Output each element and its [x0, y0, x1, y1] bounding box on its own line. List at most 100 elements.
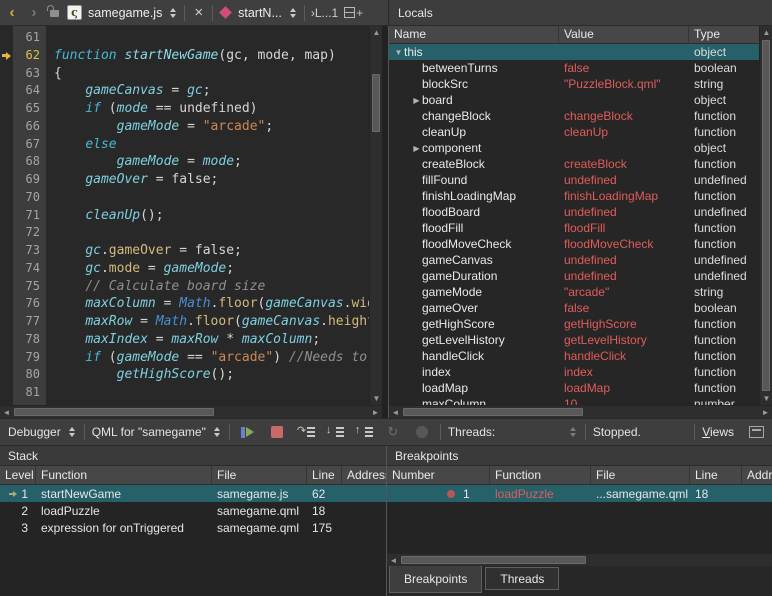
- symbol-dropdown[interactable]: [288, 8, 298, 18]
- column-header-value[interactable]: Value: [559, 26, 689, 43]
- code-line[interactable]: gc.gameOver = false;: [54, 242, 369, 260]
- restart-button[interactable]: ↻: [382, 422, 404, 442]
- locals-row[interactable]: indexindexfunction: [389, 364, 759, 380]
- editor-vertical-scrollbar[interactable]: ▲ ▼: [369, 26, 382, 405]
- expander-icon[interactable]: ▶: [411, 96, 422, 105]
- stack-frame-row[interactable]: 1startNewGamesamegame.js62: [0, 485, 386, 502]
- column-header-name[interactable]: Name: [389, 26, 559, 43]
- locals-row[interactable]: cleanUpcleanUpfunction: [389, 124, 759, 140]
- line-number[interactable]: 75: [13, 278, 46, 296]
- line-number[interactable]: 68: [13, 153, 46, 171]
- record-button[interactable]: [411, 422, 433, 442]
- margin-line[interactable]: [0, 224, 13, 242]
- code-line[interactable]: cleanUp();: [54, 207, 369, 225]
- breakpoint-margin[interactable]: [0, 26, 13, 405]
- scroll-thumb[interactable]: [762, 40, 770, 391]
- scroll-thumb[interactable]: [14, 408, 214, 416]
- locals-row[interactable]: floodBoardundefinedundefined: [389, 204, 759, 220]
- locals-vertical-scrollbar[interactable]: ▲ ▼: [759, 26, 772, 405]
- margin-line[interactable]: [0, 29, 13, 47]
- locals-row[interactable]: getLevelHistorygetLevelHistoryfunction: [389, 332, 759, 348]
- symbol-crumb-label[interactable]: startN...: [238, 6, 282, 20]
- forward-button[interactable]: ›: [26, 4, 42, 21]
- locals-row[interactable]: floodMoveCheckfloodMoveCheckfunction: [389, 236, 759, 252]
- margin-line[interactable]: [0, 207, 13, 225]
- scroll-left-arrow[interactable]: ◄: [387, 554, 400, 567]
- line-number[interactable]: 72: [13, 224, 46, 242]
- open-document-label[interactable]: samegame.js: [88, 6, 162, 20]
- column-header-file[interactable]: File: [591, 466, 690, 484]
- margin-line[interactable]: [0, 366, 13, 384]
- locals-row[interactable]: ▶componentobject: [389, 140, 759, 156]
- code-line[interactable]: gameCanvas = gc;: [54, 82, 369, 100]
- stack-frame-row[interactable]: 3expression for onTriggeredsamegame.qml1…: [0, 519, 386, 536]
- locals-row[interactable]: changeBlockchangeBlockfunction: [389, 108, 759, 124]
- locals-row[interactable]: fillFoundundefinedundefined: [389, 172, 759, 188]
- code-line[interactable]: if (gameMode == "arcade") //Needs to: [54, 349, 369, 367]
- column-header-address[interactable]: Address: [342, 466, 386, 484]
- column-header-function[interactable]: Function: [36, 466, 212, 484]
- tab-breakpoints[interactable]: Breakpoints: [389, 566, 482, 593]
- line-number[interactable]: 79: [13, 349, 46, 367]
- margin-line[interactable]: [0, 82, 13, 100]
- scroll-left-arrow[interactable]: ◄: [0, 406, 13, 419]
- views-dropdown-icon[interactable]: [749, 426, 764, 438]
- margin-line[interactable]: [0, 260, 13, 278]
- locals-row[interactable]: getHighScoregetHighScorefunction: [389, 316, 759, 332]
- stop-button[interactable]: [266, 422, 288, 442]
- code-line[interactable]: gc.mode = gameMode;: [54, 260, 369, 278]
- breakpoints-horizontal-scrollbar[interactable]: ◄ ►: [387, 553, 772, 566]
- threads-selector[interactable]: Threads:: [448, 425, 578, 439]
- back-button[interactable]: ‹: [4, 4, 20, 21]
- margin-line[interactable]: [0, 278, 13, 296]
- line-number[interactable]: 65: [13, 100, 46, 118]
- expander-icon[interactable]: ▶: [411, 144, 422, 153]
- code-line[interactable]: // Calculate board size: [54, 278, 369, 296]
- close-document-button[interactable]: ×: [191, 7, 206, 19]
- line-number[interactable]: 76: [13, 295, 46, 313]
- line-number[interactable]: 64: [13, 82, 46, 100]
- locals-row[interactable]: maxColumn10number: [389, 396, 759, 405]
- line-number-gutter[interactable]: 6162636465666768697071727374757677787980…: [13, 26, 46, 405]
- breakpoint-row[interactable]: 1loadPuzzle...samegame.qml18: [387, 485, 772, 502]
- margin-line[interactable]: [0, 331, 13, 349]
- code-line[interactable]: getHighScore();: [54, 366, 369, 384]
- margin-line[interactable]: [0, 171, 13, 189]
- step-out-button[interactable]: ↑: [353, 422, 375, 442]
- margin-line[interactable]: [0, 295, 13, 313]
- scroll-thumb[interactable]: [403, 408, 583, 416]
- margin-line[interactable]: [0, 313, 13, 331]
- line-number[interactable]: 66: [13, 118, 46, 136]
- margin-line[interactable]: [0, 47, 13, 65]
- editor-horizontal-scrollbar[interactable]: ◄ ►: [0, 405, 382, 418]
- locals-row[interactable]: floodFillfloodFillfunction: [389, 220, 759, 236]
- code-line[interactable]: if (mode == undefined): [54, 100, 369, 118]
- locals-row[interactable]: blockSrc"PuzzleBlock.qml"string: [389, 76, 759, 92]
- column-header-line[interactable]: Line: [690, 466, 742, 484]
- column-header-function[interactable]: Function: [490, 466, 591, 484]
- locals-row[interactable]: gameMode"arcade"string: [389, 284, 759, 300]
- scroll-up-arrow[interactable]: ▲: [370, 26, 382, 39]
- code-line[interactable]: [54, 384, 369, 402]
- step-over-button[interactable]: ↷: [295, 422, 317, 442]
- code-line[interactable]: else: [54, 136, 369, 154]
- code-line[interactable]: maxIndex = maxRow * maxColumn;: [54, 331, 369, 349]
- scroll-thumb[interactable]: [401, 556, 586, 564]
- locals-row[interactable]: ▶boardobject: [389, 92, 759, 108]
- scroll-down-arrow[interactable]: ▼: [370, 392, 382, 405]
- expander-icon[interactable]: ▼: [393, 48, 404, 57]
- margin-line[interactable]: [0, 349, 13, 367]
- locals-row[interactable]: loadMaploadMapfunction: [389, 380, 759, 396]
- line-number[interactable]: 73: [13, 242, 46, 260]
- line-number[interactable]: 70: [13, 189, 46, 207]
- margin-line[interactable]: [0, 384, 13, 402]
- line-number[interactable]: 61: [13, 29, 46, 47]
- locals-row[interactable]: betweenTurnsfalseboolean: [389, 60, 759, 76]
- code-line[interactable]: {: [54, 65, 369, 83]
- column-header-address[interactable]: Address: [742, 466, 772, 484]
- scroll-left-arrow[interactable]: ◄: [389, 406, 402, 419]
- column-header-file[interactable]: File: [212, 466, 307, 484]
- locals-row[interactable]: gameDurationundefinedundefined: [389, 268, 759, 284]
- scroll-up-arrow[interactable]: ▲: [760, 26, 772, 39]
- debug-session-selector[interactable]: QML for "samegame": [92, 425, 222, 439]
